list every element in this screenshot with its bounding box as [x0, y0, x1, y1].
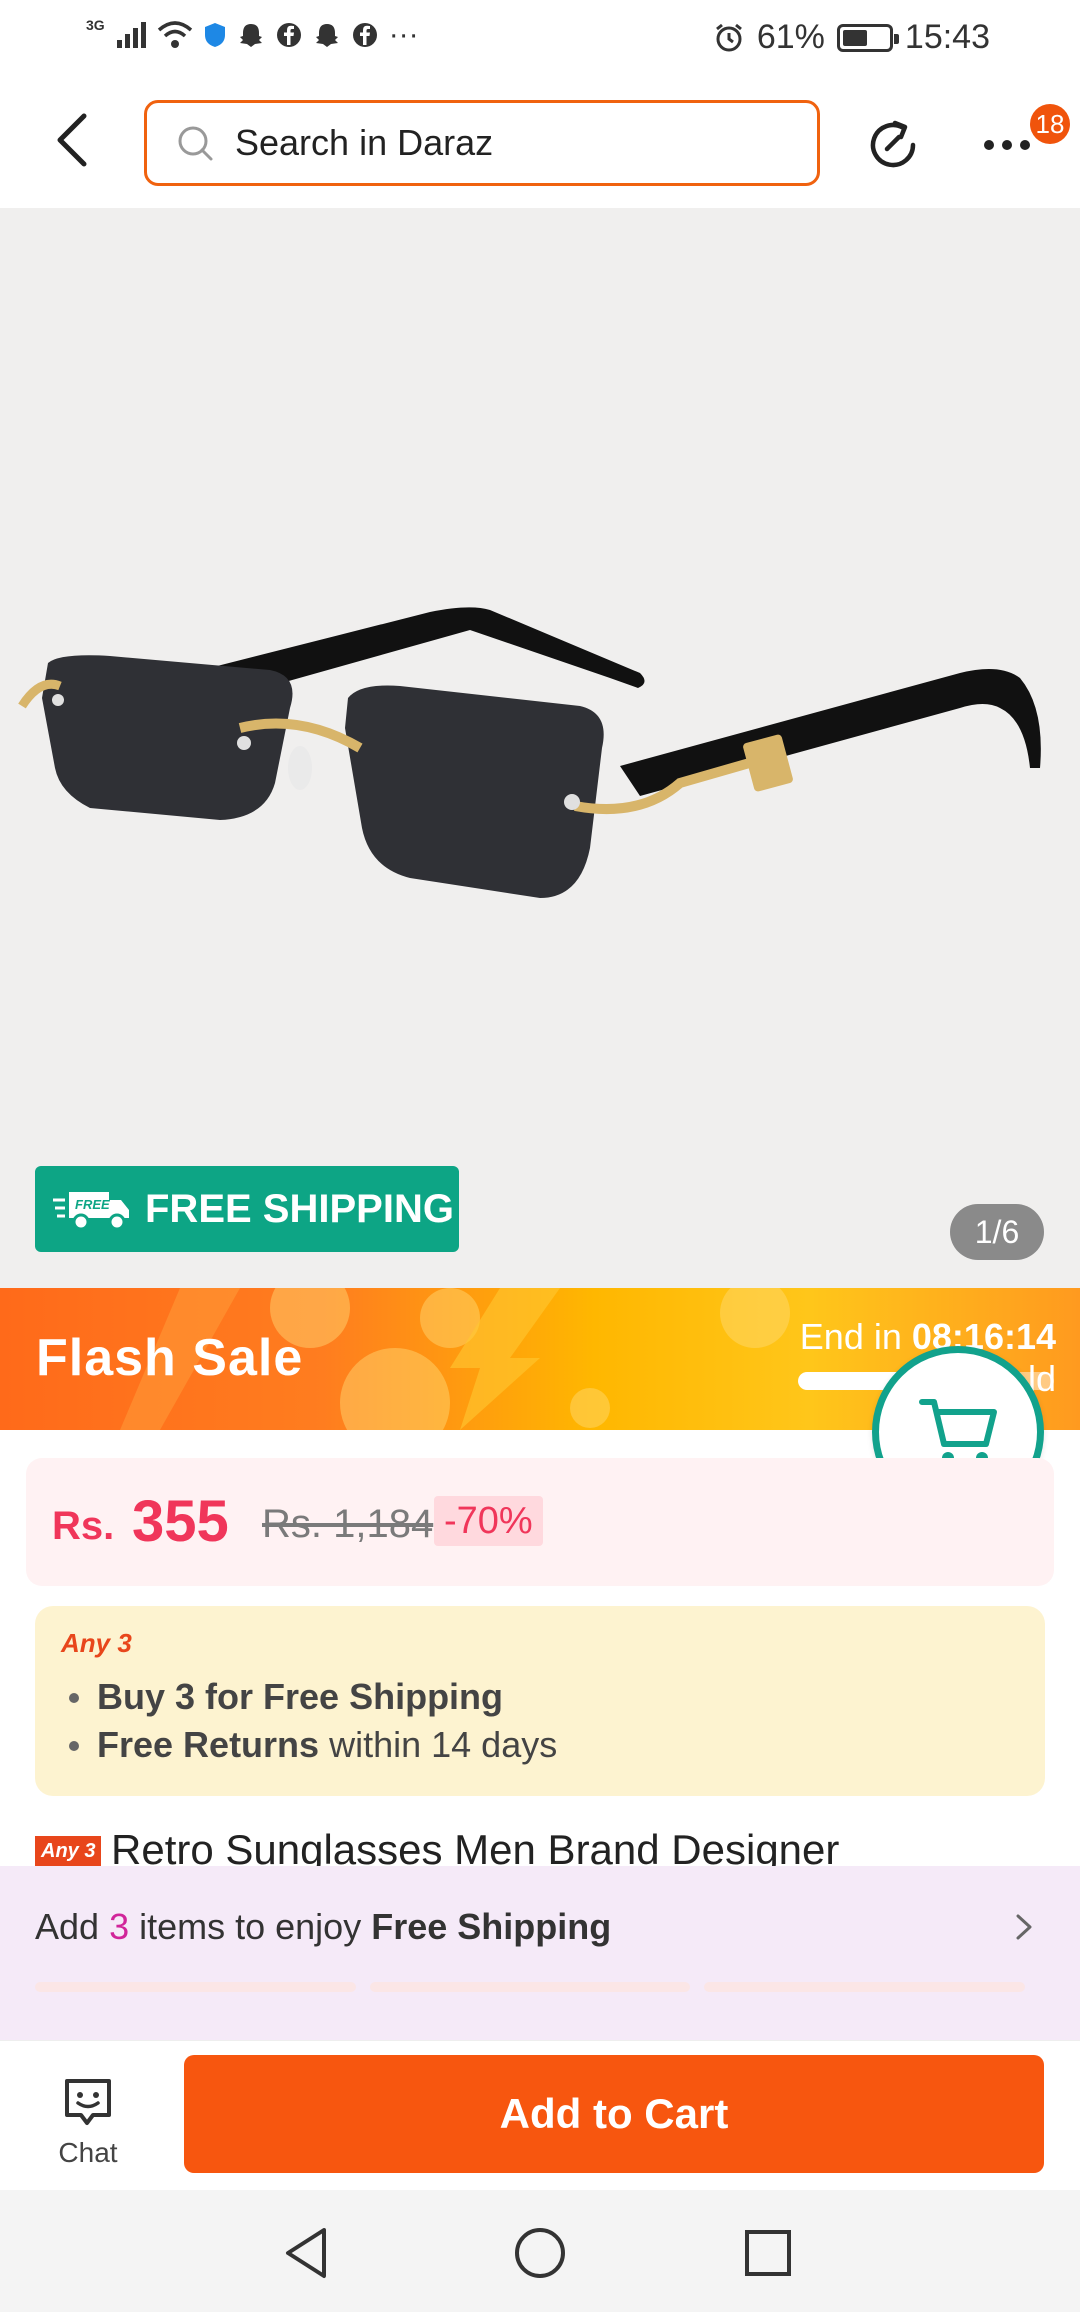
image-counter: 1/6 — [950, 1204, 1044, 1260]
bottom-action-bar: Chat Add to Cart — [0, 2040, 1080, 2190]
battery-percent: 61% — [756, 18, 825, 56]
product-image-carousel[interactable] — [0, 208, 1080, 1288]
countdown-label: End in — [799, 1316, 902, 1357]
promo-line-shipping: Buy 3 for Free Shipping — [69, 1676, 503, 1718]
network-type: 3G — [86, 17, 105, 33]
progress-segment — [369, 1982, 691, 1992]
nav-back-button[interactable] — [272, 2218, 342, 2288]
share-icon — [870, 120, 916, 168]
bullet-icon — [69, 1741, 79, 1751]
title-tag: Any 3 — [35, 1836, 102, 1866]
promo-box[interactable]: Any 3 Buy 3 for Free Shipping Free Retur… — [35, 1606, 1045, 1796]
search-icon — [178, 126, 213, 161]
progress-segment — [35, 1982, 356, 1992]
price-currency: Rs. — [52, 1504, 115, 1548]
free-icon-text: FREE — [75, 1197, 110, 1212]
discount-badge: -70% — [434, 1496, 543, 1546]
free-shipping-banner[interactable]: Add 3 items to enjoy Free Shipping — [0, 1866, 1080, 2040]
more-notifications-icon: ··· — [388, 18, 419, 51]
system-navigation-bar — [0, 2190, 1080, 2312]
status-icons-right: 61% 15:43 — [713, 18, 990, 57]
free-shipping-tag: FREE FREE SHIPPING — [35, 1166, 459, 1252]
search-placeholder: Search in Daraz — [235, 122, 494, 163]
coin-decoration — [720, 1288, 790, 1348]
share-button[interactable] — [858, 110, 928, 180]
chat-label: Chat — [58, 2137, 118, 2168]
delivery-truck-icon: FREE — [53, 1192, 129, 1231]
square-recents-icon — [745, 2230, 791, 2276]
chat-button[interactable]: Chat — [40, 2075, 136, 2175]
facebook-icon — [352, 23, 377, 47]
promo-line-returns: Free Returns within 14 days — [69, 1724, 557, 1766]
wifi-icon — [157, 21, 192, 48]
top-nav: Search in Daraz — [0, 80, 1080, 208]
status-bar: 3G ··· 61% 15:43 — [0, 0, 1080, 80]
progress-segment — [704, 1982, 1026, 1992]
notification-badge: 18 — [1030, 104, 1070, 144]
facebook-icon — [276, 23, 301, 47]
signal-icon — [116, 22, 146, 48]
battery-level — [842, 29, 868, 46]
original-price: Rs. 1,184 — [262, 1502, 434, 1546]
promo-line-returns-bold: Free Returns — [97, 1724, 320, 1765]
promo-tag: Any 3 — [61, 1628, 132, 1658]
battery-icon — [836, 23, 899, 52]
add-items-count: 3 — [109, 1906, 130, 1947]
snapchat-icon — [315, 24, 338, 47]
alarm-icon — [715, 23, 742, 51]
title-text: Retro Sunglasses Men Brand Designer — [111, 1826, 840, 1866]
add-items-middle: items to enjoy — [129, 1906, 372, 1947]
snapchat-icon — [239, 24, 262, 47]
back-button[interactable] — [40, 108, 104, 172]
shield-icon — [204, 23, 225, 47]
flash-sale-title: Flash Sale — [36, 1329, 304, 1387]
back-arrow-icon — [57, 113, 87, 167]
clock: 15:43 — [904, 18, 990, 56]
search-input[interactable]: Search in Daraz — [144, 100, 820, 186]
product-title: Any 3 Retro Sunglasses Men Brand Designe… — [35, 1826, 1080, 1866]
sunglasses-image — [18, 607, 1041, 898]
add-items-progress — [35, 1982, 1026, 1994]
status-icons-left: 3G ··· — [86, 17, 419, 52]
add-items-bold: Free Shipping — [371, 1906, 612, 1947]
add-to-cart-button[interactable]: Add to Cart — [184, 2055, 1044, 2173]
add-items-prefix: Add — [35, 1906, 110, 1947]
more-dots-icon — [984, 140, 1030, 150]
nav-home-button[interactable] — [505, 2218, 575, 2288]
chevron-right-icon[interactable] — [1004, 1902, 1044, 1952]
promo-line-returns-text: within 14 days — [319, 1724, 558, 1765]
circle-home-icon — [515, 2228, 565, 2278]
chat-icon — [65, 2079, 111, 2125]
triangle-back-icon — [286, 2228, 326, 2278]
bullet-icon — [69, 1693, 79, 1703]
current-price: 355 — [132, 1489, 229, 1554]
price-card: Rs. 355 Rs. 1,184 -70% — [26, 1458, 1054, 1586]
promo-line-shipping-text: Buy 3 for Free Shipping — [97, 1676, 504, 1717]
nav-recents-button[interactable] — [733, 2218, 803, 2288]
add-items-text: Add 3 items to enjoy Free Shipping — [35, 1906, 611, 1948]
free-shipping-label: FREE SHIPPING — [145, 1186, 454, 1231]
